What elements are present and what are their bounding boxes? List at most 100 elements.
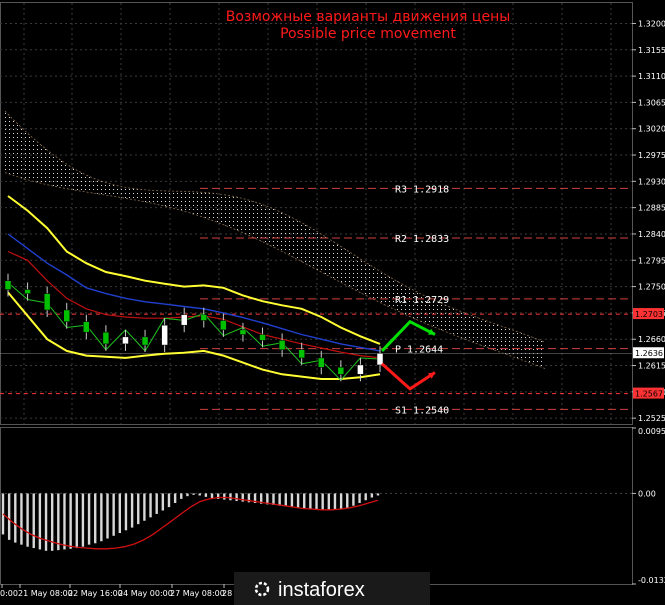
instaforex-logo: instaforex: [234, 572, 430, 605]
histogram-bar: [38, 493, 42, 550]
y-tick-label: 1.2615: [638, 362, 665, 371]
candle-body: [239, 329, 247, 335]
x-tick-label: 21 May 08:00: [18, 589, 73, 598]
x-tick-label: 0:00: [0, 589, 18, 598]
histogram-bar: [100, 493, 103, 542]
histogram-bar: [327, 493, 331, 510]
pivot-label-r3: R3 1.2918: [395, 184, 449, 195]
osc-tick-label: -0.01326: [638, 576, 665, 585]
x-tick-label: 24 May 00:00: [118, 589, 173, 598]
histogram-bar: [57, 493, 60, 551]
histogram-bar: [75, 493, 78, 549]
y-tick-label: 1.2795: [638, 256, 665, 265]
logo-text: instaforex: [278, 579, 365, 601]
candle-body: [122, 336, 129, 345]
candle-body: [200, 314, 208, 321]
candle-body: [376, 352, 384, 366]
osc-tick-label: 0.00958: [638, 427, 665, 436]
price-badge-label: 1.2636: [635, 349, 663, 358]
price-badge-label: 1.2567: [635, 390, 663, 399]
pivot-label-s1: S1 1.2540: [395, 405, 449, 416]
histogram-bar: [143, 493, 146, 521]
histogram-bar: [7, 493, 11, 540]
chart-subtitle: Possible price movement: [280, 26, 456, 42]
pivot-label-r1: R1 1.2729: [395, 295, 449, 306]
histogram-bar: [278, 493, 281, 506]
histogram-bar: [309, 493, 312, 510]
y-tick-label: 1.2930: [638, 177, 665, 186]
candle-body: [220, 320, 227, 331]
candle-body: [83, 321, 90, 333]
candle-body: [337, 367, 345, 375]
histogram-bar: [346, 493, 349, 508]
osc-tick-label: 0.00: [638, 489, 656, 498]
histogram-bar: [370, 493, 374, 498]
histogram-bar: [161, 493, 165, 511]
candle-body: [4, 280, 12, 290]
x-tick-label: 27 May 08:00: [170, 589, 225, 598]
histogram-bar: [296, 493, 300, 508]
histogram-bar: [333, 493, 337, 510]
histogram-bar: [81, 493, 85, 547]
y-tick-label: 1.2525: [638, 414, 665, 423]
histogram-bar: [272, 493, 275, 506]
histogram-bar: [376, 493, 380, 496]
y-tick-label: 1.2840: [638, 230, 665, 239]
price-badge-label: 1.2703: [635, 310, 663, 319]
y-tick-label: 1.3155: [638, 46, 665, 55]
histogram-bar: [155, 493, 158, 514]
histogram-bar: [235, 493, 238, 501]
candle-body: [43, 293, 51, 311]
histogram-bar: [130, 493, 134, 528]
histogram-bar: [321, 493, 324, 510]
candle-body: [278, 340, 286, 350]
y-tick-label: 1.2660: [638, 335, 665, 344]
histogram-bar: [173, 493, 177, 503]
y-tick-label: 1.3020: [638, 125, 665, 134]
histogram-bar: [352, 493, 355, 506]
pivot-label-p: P 1.2644: [395, 345, 443, 356]
y-tick-label: 1.2975: [638, 151, 665, 160]
histogram-bar: [167, 493, 171, 508]
histogram-bar: [290, 493, 294, 508]
histogram-bar: [364, 493, 367, 501]
y-tick-label: 1.2750: [638, 283, 665, 292]
candle-body: [357, 364, 364, 375]
candle-body: [259, 334, 266, 341]
histogram-bar: [32, 493, 35, 549]
histogram-bar: [20, 493, 23, 545]
histogram-bar: [204, 493, 208, 497]
histogram-bar: [106, 493, 109, 539]
histogram-bar: [180, 493, 183, 499]
candle-body: [141, 336, 149, 346]
candle-body: [102, 331, 110, 345]
histogram-bar: [303, 493, 306, 509]
candle-body: [318, 357, 325, 368]
histogram-bar: [44, 493, 48, 551]
chart-title: Возможные варианты движения цены: [226, 9, 511, 25]
histogram-bar: [198, 493, 201, 496]
histogram-bar: [210, 493, 214, 499]
candle-body: [24, 289, 31, 294]
x-tick-label: 22 May 16:00: [68, 589, 123, 598]
price-chart: R3 1.2918 R2 1.2833 R1 1.2729 P 1.2644 S1 1.…: [0, 0, 665, 605]
histogram-bar: [339, 493, 343, 510]
histogram-bar: [358, 493, 361, 503]
histogram-bar: [137, 493, 140, 525]
histogram-bar: [118, 493, 122, 534]
candle-body: [161, 324, 168, 346]
candle-body: [63, 309, 70, 322]
histogram-bar: [63, 493, 66, 550]
y-tick-label: 1.3110: [638, 72, 665, 81]
histogram-bar: [315, 493, 318, 510]
y-tick-label: 1.3200: [638, 19, 665, 28]
histogram-bar: [223, 493, 226, 500]
histogram-bar: [192, 493, 195, 495]
chart-background: [0, 0, 665, 605]
candle-body: [180, 314, 188, 326]
histogram-bar: [186, 493, 189, 497]
histogram-bar: [87, 493, 91, 545]
pivot-label-r2: R2 1.2833: [395, 234, 449, 245]
histogram-bar: [124, 493, 128, 531]
candle-body: [298, 349, 305, 359]
